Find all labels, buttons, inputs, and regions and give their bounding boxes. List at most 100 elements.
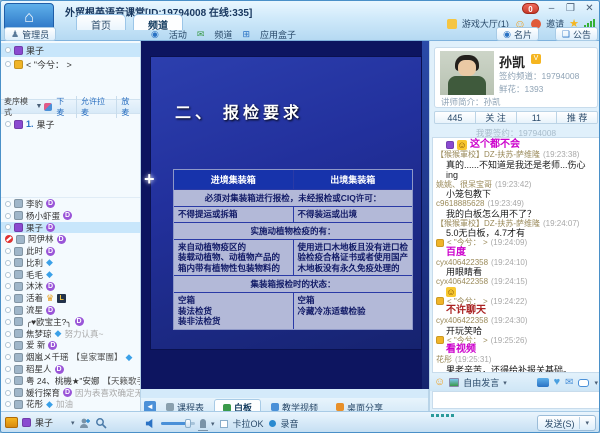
user-item[interactable]: 爱 新D xyxy=(1,340,140,352)
channel-label[interactable]: 频道 xyxy=(214,28,232,41)
followers-count[interactable]: 445 xyxy=(435,112,475,123)
user-item[interactable]: 沐沐D xyxy=(1,281,140,293)
mail-icon[interactable]: ✉ xyxy=(565,377,573,388)
appbox-icon[interactable]: ⊞ xyxy=(242,29,250,40)
chat-message: 【猴猴軍校】DZ-扶苏-萨维隆(19:24:07)5.0无白板，4.7才有 xyxy=(436,219,597,239)
mic-link[interactable]: 放麦 xyxy=(116,96,137,118)
table-cell-line: 空箱 xyxy=(298,295,409,306)
activity-label[interactable]: 活动 xyxy=(169,28,187,41)
member-name: 果子 xyxy=(26,222,43,234)
muted-icon xyxy=(5,235,13,243)
my-nickname[interactable]: 果子 xyxy=(35,416,53,429)
member-icon xyxy=(14,329,23,338)
member-name: < "今兮： > xyxy=(26,58,72,71)
card-button[interactable]: ◉ 名片 xyxy=(496,27,539,41)
user-item[interactable]: 阿伊林D xyxy=(1,233,140,245)
emoticon-icon[interactable]: ☺ xyxy=(434,377,445,388)
chevron-down-icon[interactable]: ▾ xyxy=(211,420,215,428)
notice-button[interactable]: ❑ 公告 xyxy=(555,27,598,41)
chevron-down-icon[interactable]: ▾ xyxy=(594,379,598,387)
channel-icon[interactable]: ✉ xyxy=(197,29,205,40)
admin-button[interactable]: ♟ 管理员 xyxy=(4,27,56,41)
chevron-down-icon[interactable]: ▾ xyxy=(503,379,507,387)
user-item[interactable]: < "今兮： > xyxy=(1,57,140,71)
table-cell: 来自动植物疫区的装载动植物、动植物产品的箱内带有植物性包装物料的 xyxy=(174,240,293,276)
user-item[interactable]: 稻星人D xyxy=(1,363,140,375)
image-icon[interactable] xyxy=(449,378,459,387)
mic-queue: 1.果子 xyxy=(1,117,140,131)
mic-link[interactable]: 允许拉麦 xyxy=(76,96,112,118)
queue-number: 1. xyxy=(26,119,34,129)
mic-link[interactable]: 下麦 xyxy=(52,96,72,118)
karaoke-label: 卡拉OK xyxy=(233,417,264,430)
chat-text-content: 开玩笑哈 xyxy=(446,326,482,336)
user-item[interactable]: 花彤◆加油 xyxy=(1,399,140,410)
chat-text: 果老辛苦，还得给补报关基础。 xyxy=(436,365,597,374)
chat-text-content: 5.0无白板，4.7才有 xyxy=(446,228,525,238)
activity-icon[interactable]: ◉ xyxy=(151,29,159,40)
teacher-video xyxy=(440,51,494,95)
user-item[interactable]: 流星D xyxy=(1,304,140,316)
maximize-button[interactable]: ❐ xyxy=(564,3,577,14)
volume-knob[interactable] xyxy=(185,419,191,428)
speak-mode[interactable]: 自由发言 xyxy=(463,376,499,389)
appbox-label[interactable]: 应用盒子 xyxy=(260,28,296,41)
member-name: 粤 24、桃機★"安娜 xyxy=(26,375,99,387)
chevron-down-icon[interactable]: ▾ xyxy=(71,419,75,427)
speaker-icon[interactable] xyxy=(145,418,156,429)
member-icon xyxy=(14,211,23,220)
vip-badge: D xyxy=(46,199,55,208)
chevron-down-icon[interactable]: ▼ xyxy=(36,103,43,110)
user-item[interactable]: 活着♛L xyxy=(1,292,140,304)
table-span-cell: 实施动植物检疫的有： xyxy=(174,223,412,239)
follow-button[interactable]: 关 注 xyxy=(475,112,516,123)
chat-text: ☺ xyxy=(436,287,597,297)
karaoke-checkbox[interactable] xyxy=(220,420,228,428)
record-icon[interactable] xyxy=(269,420,276,427)
user-item[interactable]: 毛毛◆ xyxy=(1,269,140,281)
user-item[interactable]: 比利◆ xyxy=(1,257,140,269)
teacher-intro: 讲师简介：孙凯 xyxy=(441,96,501,108)
briefcase-icon[interactable] xyxy=(5,417,18,428)
resize-handle[interactable] xyxy=(431,414,454,417)
video-icon[interactable] xyxy=(537,378,549,387)
user-item[interactable]: 焦梦琼◆努力认真~ xyxy=(1,328,140,340)
mic-mode-label[interactable]: 麦序模式 xyxy=(4,96,36,118)
minimize-button[interactable]: – xyxy=(545,3,558,14)
heart-icon[interactable]: ♥ xyxy=(554,377,561,388)
table-cell-line: 使用进口木地板且没有进口检 xyxy=(298,242,409,253)
user-item[interactable]: 果子 xyxy=(1,43,140,57)
member-icon xyxy=(14,388,23,397)
user-item[interactable]: 媛行探育D因为表喜欢确定无祭 xyxy=(1,387,140,399)
search-icon[interactable] xyxy=(95,417,107,429)
member-icon xyxy=(436,336,444,344)
chat-nick: cyx406422358 xyxy=(436,277,488,287)
toolbar: ♟ 管理员 ◉ 活动 ✉ 频道 ⊞ 应用盒子 ◉ 名片 ❑ 公告 xyxy=(1,27,600,41)
member-name: 流星 xyxy=(26,304,43,316)
user-item[interactable]: 此时D xyxy=(1,245,140,257)
user-item[interactable]: 李豹D xyxy=(1,198,140,210)
close-button[interactable]: ✕ xyxy=(583,3,596,14)
volume-slider[interactable] xyxy=(161,422,195,425)
chat-bubble-icon[interactable] xyxy=(578,379,589,387)
user-item[interactable]: 杨小虾蛋D xyxy=(1,210,140,222)
game-badge: L xyxy=(57,294,66,303)
user-item[interactable]: ╭♥欧宝主?╮D xyxy=(1,316,140,328)
send-button[interactable]: 发送(S) ▾ xyxy=(537,415,596,431)
recommend-button[interactable]: 推 荐 xyxy=(556,112,597,123)
microphone-icon[interactable] xyxy=(200,419,206,428)
user-item[interactable]: 1.果子 xyxy=(1,117,140,131)
window-controls: 0 – ❐ ✕ xyxy=(522,3,596,14)
add-user-icon[interactable] xyxy=(79,417,91,429)
chat-text: ☺这个都不会 xyxy=(436,140,597,150)
chat-text: 不许聊天 xyxy=(436,306,597,316)
chat-input[interactable] xyxy=(432,391,600,409)
user-item[interactable]: 粤 24、桃機★"安娜【天籁歌手】 xyxy=(1,375,140,387)
tray-button[interactable]: 0 xyxy=(522,3,539,14)
rank-count[interactable]: 11 xyxy=(516,112,557,123)
user-item[interactable]: 烟嵐メ千瑶【皇家軍團】◆ xyxy=(1,351,140,363)
user-item[interactable]: 果子D xyxy=(1,222,140,234)
member-icon xyxy=(436,297,444,305)
chat-text-content: 真的......不知道是我还是老师...伤心ing xyxy=(446,160,597,180)
tab-icon xyxy=(336,403,344,411)
